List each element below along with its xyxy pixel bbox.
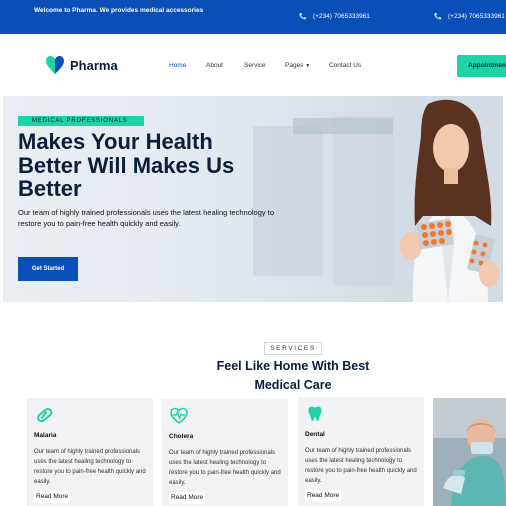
phone-icon — [434, 12, 442, 20]
pill-icon — [37, 407, 53, 423]
service-card-dental: Dental Our team of highly trained profes… — [298, 397, 424, 506]
hero-banner: MEDICAL PROFESSIONALS Makes Your Health … — [3, 96, 503, 302]
read-more-link[interactable]: Read More — [34, 491, 71, 503]
service-name: Malaria — [34, 432, 57, 439]
pharmacy-shelf-decoration — [333, 116, 393, 286]
heartbeat-icon — [170, 407, 188, 425]
hero-description: Our team of highly trained professionals… — [18, 208, 274, 228]
hero-tag: MEDICAL PROFESSIONALS — [18, 116, 144, 126]
chevron-down-icon: ▼ — [305, 63, 311, 69]
nav-contact[interactable]: Contact Us — [329, 62, 361, 69]
dentist-photo — [433, 398, 506, 506]
pharma-logo-icon — [46, 56, 64, 74]
service-card-cholera: Cholera Our team of highly trained profe… — [162, 399, 288, 506]
read-more-link[interactable]: Read More — [169, 492, 206, 504]
read-more-link[interactable]: Read More — [305, 490, 342, 502]
services-title-line-1: Feel Like Home With Best — [216, 359, 370, 373]
service-description: Our team of highly trained professionals… — [305, 448, 417, 484]
hero-title-line-2: Better Will Makes Us — [18, 152, 235, 178]
tooth-icon — [308, 406, 322, 421]
hero-title-line-1: Makes Your Health — [18, 129, 213, 154]
nav-pages[interactable]: Pages ▼ — [285, 62, 310, 69]
services-title: Feel Like Home With Best Medical Care — [200, 357, 386, 394]
nav-home[interactable]: Home — [169, 62, 186, 69]
store-sign-decoration — [293, 118, 393, 134]
service-card-malaria: Malaria Our team of highly trained profe… — [27, 398, 153, 506]
get-started-button[interactable]: Get Started — [18, 257, 78, 281]
phone-icon — [299, 12, 307, 20]
phone-contact-2[interactable]: (+234) 7065333961 — [433, 12, 505, 21]
brand-name: Pharma — [70, 57, 118, 73]
nav-pages-label: Pages — [285, 62, 304, 69]
service-description: Our team of highly trained professionals… — [34, 449, 146, 485]
service-name: Cholera — [169, 433, 194, 440]
hero-title: Makes Your Health Better Will Makes Us B… — [18, 130, 288, 201]
phone-contact-1[interactable]: (+234) 7065333961 — [298, 12, 370, 21]
service-description: Our team of highly trained professionals… — [169, 450, 281, 486]
nav-about[interactable]: About — [206, 62, 223, 69]
hero-title-line-3: Better — [18, 176, 82, 201]
service-name: Dental — [305, 431, 325, 438]
page: Welcome to Pharma. We provides medical a… — [0, 0, 506, 506]
phone-number-1: (+234) 7065333961 — [313, 13, 370, 20]
pharmacist-photo — [393, 96, 503, 302]
welcome-text: Welcome to Pharma. We provides medical a… — [34, 7, 204, 14]
logo[interactable]: Pharma — [44, 54, 118, 76]
services-title-line-2: Medical Care — [254, 377, 332, 392]
services-label: SERVICES — [264, 342, 322, 355]
site-header: Pharma Home About Service Pages ▼ Contac… — [0, 34, 506, 96]
phone-number-2: (+234) 7065333961 — [448, 13, 505, 20]
top-bar: Welcome to Pharma. We provides medical a… — [0, 0, 506, 34]
nav-service[interactable]: Service — [244, 62, 266, 69]
appointment-button[interactable]: Appointment — [457, 55, 506, 77]
